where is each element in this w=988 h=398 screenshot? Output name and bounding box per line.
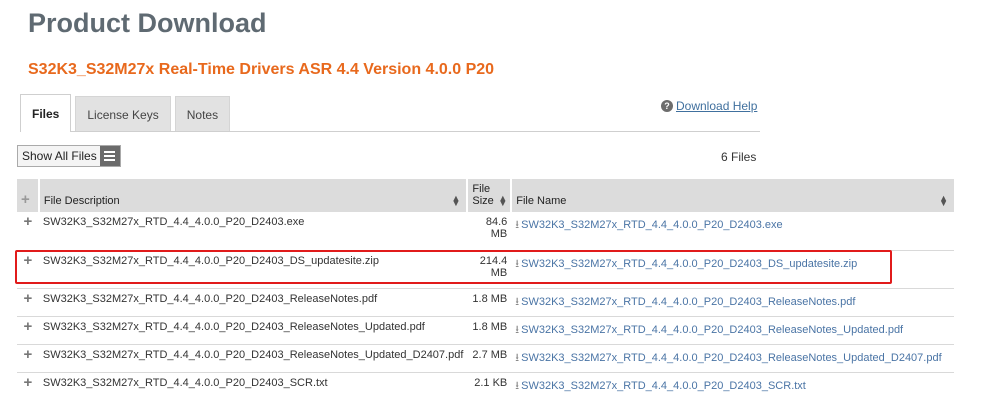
- file-size: 2.1 KB: [467, 372, 512, 398]
- help-icon: ?: [661, 100, 673, 112]
- sort-icon: ▲ ▼: [451, 193, 461, 208]
- product-title: S32K3_S32M27x Real-Time Drivers ASR 4.4 …: [28, 61, 495, 78]
- table-row: + SW32K3_S32M27x_RTD_4.4_4.0.0_P20_D2403…: [17, 250, 954, 289]
- page-title: Product Download: [28, 8, 267, 38]
- table-row: + SW32K3_S32M27x_RTD_4.4_4.0.0_P20_D2403…: [17, 288, 954, 317]
- plus-icon[interactable]: +: [24, 319, 33, 334]
- file-download-link[interactable]: SW32K3_S32M27x_RTD_4.4_4.0.0_P20_D2403_S…: [521, 380, 806, 392]
- tab-license-keys[interactable]: License Keys: [75, 96, 171, 132]
- table-header-row: + File Description ▲ ▼ File Size ▲ ▼ File …: [17, 179, 954, 212]
- file-description-header[interactable]: File Description ▲ ▼: [38, 179, 469, 212]
- tab-bar: Files License Keys Notes: [20, 94, 234, 132]
- file-count: 6 Files: [721, 150, 757, 164]
- download-icon[interactable]: ⭳: [515, 296, 519, 308]
- file-size-header[interactable]: File Size ▲ ▼: [467, 179, 513, 212]
- file-description: SW32K3_S32M27x_RTD_4.4_4.0.0_P20_D2403_R…: [38, 344, 468, 373]
- expand-all-header[interactable]: +: [17, 179, 40, 212]
- file-download-link[interactable]: SW32K3_S32M27x_RTD_4.4_4.0.0_P20_D2403_R…: [521, 352, 942, 364]
- tab-divider: [20, 131, 760, 132]
- download-help-link[interactable]: Download Help: [676, 99, 757, 113]
- file-name-header-label: File Name: [516, 195, 567, 207]
- file-size: 84.6 MB: [467, 212, 512, 251]
- show-all-files-button[interactable]: Show All Files: [17, 145, 121, 167]
- download-icon[interactable]: ⭳: [515, 324, 519, 336]
- file-name-header[interactable]: File Name ▲ ▼: [511, 179, 954, 212]
- table-row: + SW32K3_S32M27x_RTD_4.4_4.0.0_P20_D2403…: [17, 212, 954, 251]
- table-row: + SW32K3_S32M27x_RTD_4.4_4.0.0_P20_D2403…: [17, 372, 954, 398]
- download-icon[interactable]: ⭳: [515, 219, 519, 231]
- file-size: 2.7 MB: [467, 344, 512, 373]
- download-help: ? Download Help: [661, 99, 757, 113]
- file-size: 1.8 MB: [467, 316, 512, 345]
- download-icon[interactable]: ⭳: [515, 380, 519, 392]
- sort-icon: ▲ ▼: [939, 193, 948, 208]
- plus-icon[interactable]: +: [24, 375, 33, 390]
- file-description-header-label: File Description: [43, 195, 120, 207]
- download-icon[interactable]: ⭳: [515, 352, 519, 364]
- file-description: SW32K3_S32M27x_RTD_4.4_4.0.0_P20_D2403.e…: [38, 212, 468, 251]
- list-icon: [99, 146, 120, 166]
- file-description: SW32K3_S32M27x_RTD_4.4_4.0.0_P20_D2403_D…: [38, 250, 468, 289]
- files-table: + File Description ▲ ▼ File Size ▲ ▼ File …: [17, 179, 954, 398]
- file-size-header-label-1: File: [472, 183, 491, 195]
- table-row: + SW32K3_S32M27x_RTD_4.4_4.0.0_P20_D2403…: [17, 344, 954, 373]
- tab-files[interactable]: Files: [20, 94, 72, 132]
- file-description: SW32K3_S32M27x_RTD_4.4_4.0.0_P20_D2403_R…: [38, 288, 468, 317]
- file-size-header-label-2: Size: [472, 195, 494, 207]
- download-icon[interactable]: ⭳: [515, 258, 519, 270]
- sort-icon: ▲ ▼: [498, 193, 508, 208]
- plus-icon[interactable]: +: [24, 214, 33, 229]
- file-description: SW32K3_S32M27x_RTD_4.4_4.0.0_P20_D2403_R…: [38, 316, 468, 345]
- show-all-files-label: Show All Files: [22, 149, 97, 163]
- file-download-link[interactable]: SW32K3_S32M27x_RTD_4.4_4.0.0_P20_D2403_R…: [521, 296, 855, 308]
- tab-notes[interactable]: Notes: [174, 96, 231, 132]
- file-description: SW32K3_S32M27x_RTD_4.4_4.0.0_P20_D2403_S…: [38, 372, 468, 398]
- file-size: 1.8 MB: [467, 288, 512, 317]
- plus-icon[interactable]: +: [24, 291, 33, 306]
- table-row: + SW32K3_S32M27x_RTD_4.4_4.0.0_P20_D2403…: [17, 316, 954, 345]
- file-download-link[interactable]: SW32K3_S32M27x_RTD_4.4_4.0.0_P20_D2403_R…: [521, 324, 903, 336]
- plus-icon: +: [21, 191, 30, 208]
- file-download-link[interactable]: SW32K3_S32M27x_RTD_4.4_4.0.0_P20_D2403.e…: [521, 219, 783, 231]
- file-download-link[interactable]: SW32K3_S32M27x_RTD_4.4_4.0.0_P20_D2403_D…: [521, 258, 857, 270]
- plus-icon[interactable]: +: [24, 253, 33, 268]
- file-size: 214.4 MB: [467, 250, 512, 289]
- plus-icon[interactable]: +: [24, 347, 33, 362]
